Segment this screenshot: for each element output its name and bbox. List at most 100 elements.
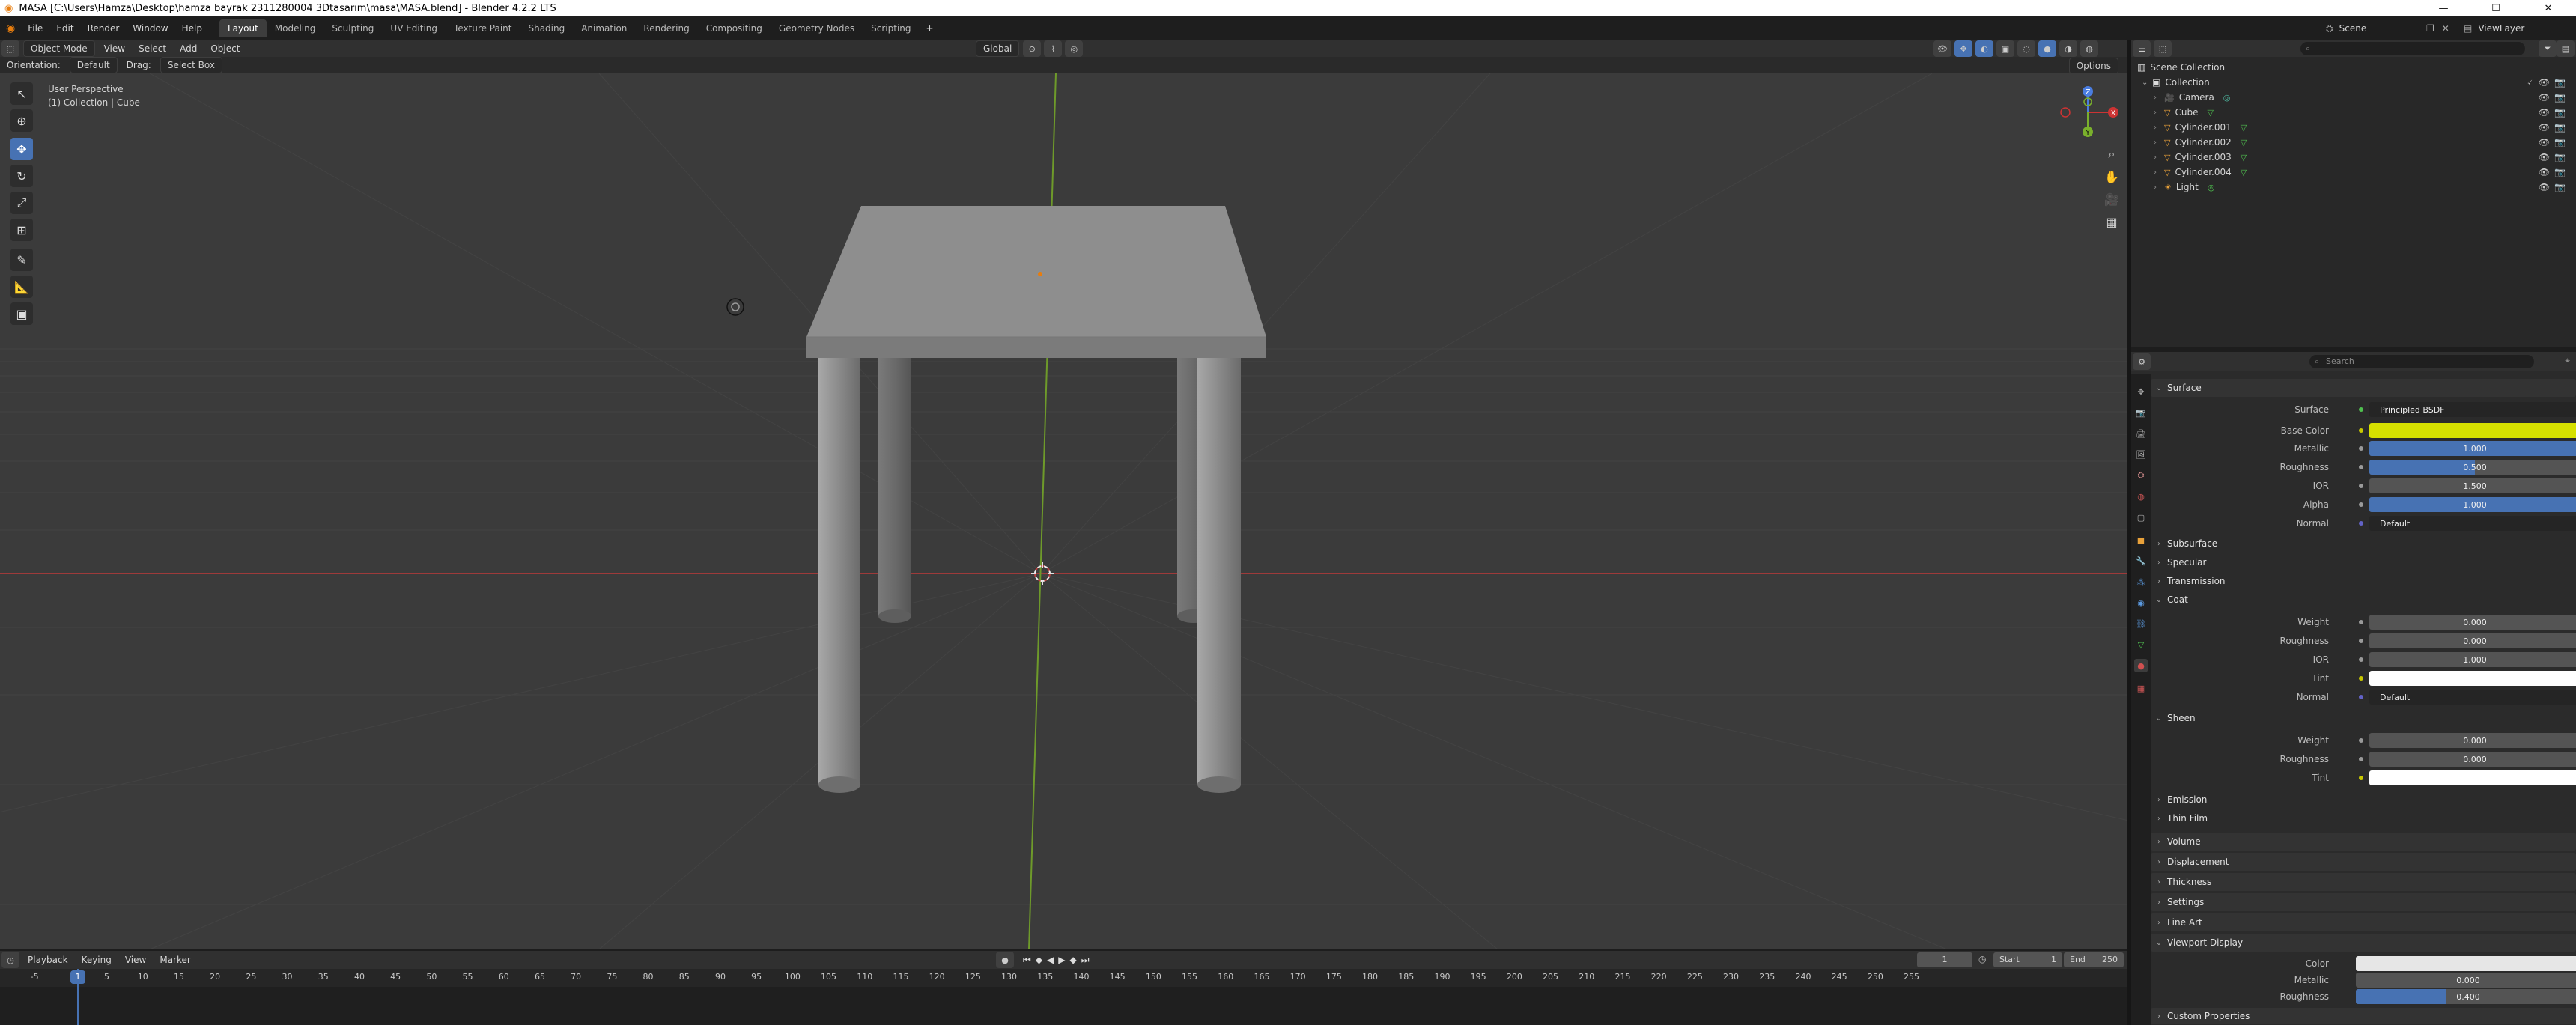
base-color-swatch[interactable] <box>2369 423 2576 438</box>
pin-icon[interactable]: ⌖ <box>2565 355 2570 366</box>
displacement-section[interactable]: › Displacement <box>2151 853 2576 871</box>
wireframe-shading-icon[interactable]: ◌ <box>2017 40 2035 57</box>
preview-range-icon[interactable]: ◷ <box>1978 954 1986 964</box>
expand-chevron-icon[interactable]: › <box>2154 94 2164 102</box>
sheen-tint-swatch[interactable] <box>2369 770 2576 785</box>
tab-geometry-nodes[interactable]: Geometry Nodes <box>771 19 863 37</box>
vd-color-swatch[interactable] <box>2356 956 2576 971</box>
particles-tab-icon[interactable]: ⁂ <box>2134 575 2148 588</box>
timeline-menu-marker[interactable]: Marker <box>153 955 197 965</box>
select-tool-icon[interactable]: ↖ <box>10 82 33 105</box>
menu-edit[interactable]: Edit <box>49 23 80 34</box>
viewport-menu-add[interactable]: Add <box>173 43 204 54</box>
start-frame-field[interactable]: Start 1 <box>1993 952 2062 967</box>
timeline-menu-keying[interactable]: Keying <box>75 955 118 965</box>
physics-tab-icon[interactable]: ◉ <box>2134 596 2148 609</box>
tab-modeling[interactable]: Modeling <box>267 19 324 37</box>
outliner-search-input[interactable]: ⌕ <box>2300 42 2525 55</box>
play-reverse-icon[interactable]: ◀ <box>1047 955 1054 965</box>
menu-window[interactable]: Window <box>126 23 174 34</box>
metallic-slider[interactable]: 1.000 <box>2369 441 2576 456</box>
outliner-object-row[interactable]: › ☀ Light ◎ 👁📷 <box>2131 180 2576 195</box>
snap-icon[interactable]: ⌇ <box>1044 40 1063 57</box>
outliner-scene-collection[interactable]: ▥ Scene Collection <box>2131 60 2576 75</box>
view-layer-tab-icon[interactable]: 🖼 <box>2134 448 2148 461</box>
visibility-toggles[interactable]: 👁📷 <box>2539 182 2570 192</box>
playhead-frame-badge[interactable]: 1 <box>70 970 85 984</box>
tab-shading[interactable]: Shading <box>520 19 573 37</box>
play-icon[interactable]: ▶ <box>1058 955 1065 965</box>
transmission-section[interactable]: › Transmission <box>2151 572 2576 590</box>
expand-chevron-icon[interactable]: › <box>2154 139 2164 147</box>
editor-type-icon[interactable]: ⬚ <box>1 40 19 57</box>
vd-metallic-field[interactable]: 0.000 <box>2356 973 2576 988</box>
material-tab-icon[interactable]: ● <box>2134 659 2148 672</box>
ortho-toggle-icon[interactable]: ▦ <box>2101 211 2122 232</box>
end-frame-field[interactable]: End 250 <box>2064 952 2124 967</box>
outliner-object-row[interactable]: › ▽ Cube ▽ 👁📷 <box>2131 105 2576 120</box>
outliner-editor-icon[interactable]: ☰ <box>2133 40 2151 57</box>
viewport-menu-select[interactable]: Select <box>132 43 173 54</box>
collection-toggles[interactable]: ☑👁📷 <box>2526 77 2570 88</box>
menu-render[interactable]: Render <box>81 23 127 34</box>
tab-rendering[interactable]: Rendering <box>635 19 697 37</box>
outliner-object-row[interactable]: › 🎥 Camera ◎ 👁📷 <box>2131 90 2576 105</box>
texture-tab-icon[interactable]: ▦ <box>2134 681 2148 695</box>
jump-start-icon[interactable]: ⏮ <box>1023 955 1031 966</box>
proportional-edit-icon[interactable]: ◎ <box>1065 40 1084 57</box>
new-collection-icon[interactable]: ▤ <box>2557 40 2575 57</box>
data-tab-icon[interactable]: ▽ <box>2134 638 2148 651</box>
visibility-toggles[interactable]: 👁📷 <box>2539 137 2570 147</box>
viewport-display-section[interactable]: ⌄ Viewport Display <box>2151 934 2576 952</box>
collection-tab-icon[interactable]: ▢ <box>2134 511 2148 524</box>
render-tab-icon[interactable]: 📷 <box>2134 406 2148 419</box>
surface-section-header[interactable]: ⌄ Surface <box>2151 379 2576 397</box>
blender-menu-icon[interactable]: ◉ <box>0 22 21 34</box>
line-art-section[interactable]: › Line Art <box>2151 913 2576 931</box>
object-data-icon[interactable]: ▽ <box>2241 123 2247 133</box>
properties-editor-icon[interactable]: ⚙ <box>2133 353 2151 370</box>
transform-tool-icon[interactable]: ⊞ <box>10 219 33 241</box>
jump-end-icon[interactable]: ⏭ <box>1081 955 1090 966</box>
material-shading-icon[interactable]: ◑ <box>2059 40 2077 57</box>
scene-selector[interactable]: ⛭ Scene <box>2326 20 2366 37</box>
outliner-object-row[interactable]: › ▽ Cylinder.001 ▽ 👁📷 <box>2131 120 2576 135</box>
subsurface-section[interactable]: › Subsurface <box>2151 535 2576 553</box>
object-data-icon[interactable]: ▽ <box>2241 153 2247 162</box>
current-frame-field[interactable]: 1 <box>1917 952 1972 967</box>
camera-view-icon[interactable]: 🎥 <box>2101 189 2122 210</box>
add-workspace-button[interactable]: + <box>920 23 941 34</box>
timeline-editor-icon[interactable]: ◷ <box>1 952 19 968</box>
object-data-icon[interactable]: ▽ <box>2207 108 2213 118</box>
scene-tab-icon[interactable]: ⛭ <box>2134 469 2148 482</box>
settings-section[interactable]: › Settings <box>2151 893 2576 911</box>
normal-field[interactable]: Default <box>2369 516 2576 531</box>
visibility-toggles[interactable]: 👁📷 <box>2539 152 2570 162</box>
sheen-section[interactable]: ⌄ Sheen <box>2151 709 2576 727</box>
rendered-shading-icon[interactable]: ◍ <box>2080 40 2098 57</box>
tab-sculpting[interactable]: Sculpting <box>323 19 382 37</box>
tab-animation[interactable]: Animation <box>573 19 635 37</box>
expand-chevron-icon[interactable]: › <box>2154 124 2164 132</box>
filter-icon[interactable]: ⏷ <box>2539 40 2557 57</box>
surface-shader-field[interactable]: Principled BSDF <box>2369 402 2576 417</box>
output-tab-icon[interactable]: 🖨 <box>2134 427 2148 440</box>
tab-uv-editing[interactable]: UV Editing <box>382 19 446 37</box>
object-data-icon[interactable]: ◎ <box>2208 183 2215 192</box>
display-mode-icon[interactable]: ⬚ <box>2154 40 2172 57</box>
modifiers-tab-icon[interactable]: 🔧 <box>2134 554 2148 568</box>
scale-tool-icon[interactable]: ⤢ <box>10 192 33 214</box>
coat-weight-field[interactable]: 0.000 <box>2369 615 2576 630</box>
expand-chevron-icon[interactable]: › <box>2154 168 2164 177</box>
tab-scripting[interactable]: Scripting <box>863 19 919 37</box>
jump-keyframe-forward-icon[interactable]: ◆ <box>1070 955 1077 965</box>
object-data-icon[interactable]: ▽ <box>2241 138 2247 147</box>
transform-orientation-dropdown[interactable]: Global <box>976 40 1020 57</box>
pan-hand-icon[interactable]: ✋ <box>2101 166 2122 187</box>
visibility-toggles[interactable]: 👁📷 <box>2539 122 2570 133</box>
roughness-slider[interactable]: 0.500 <box>2369 460 2576 475</box>
specular-section[interactable]: › Specular <box>2151 553 2576 571</box>
tab-texture-paint[interactable]: Texture Paint <box>446 19 520 37</box>
rotate-tool-icon[interactable]: ↻ <box>10 165 33 187</box>
move-tool-icon[interactable]: ✥ <box>10 138 33 160</box>
